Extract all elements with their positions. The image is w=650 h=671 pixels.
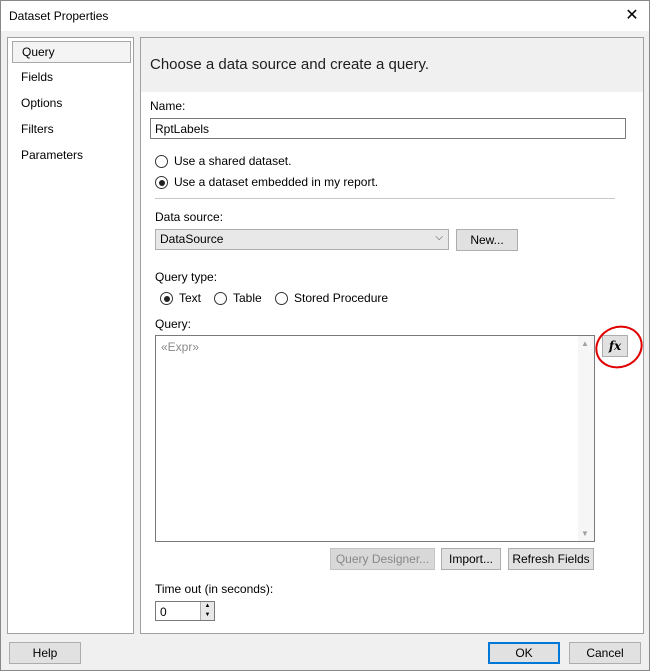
new-data-source-button[interactable]: New... [456,229,518,251]
sidebar-item-options[interactable]: Options [12,93,131,115]
radio-query-type-table-label[interactable]: Table [233,291,262,305]
timeout-value[interactable]: 0 [160,605,167,619]
sidebar-item-filters[interactable]: Filters [12,119,131,141]
name-field[interactable]: RptLabels [150,118,626,139]
radio-shared-dataset-label[interactable]: Use a shared dataset. [174,154,291,168]
radio-query-type-stored-procedure-label[interactable]: Stored Procedure [294,291,388,305]
stepper-down-icon[interactable]: ▼ [200,611,214,620]
data-source-label: Data source: [155,210,224,224]
query-label: Query: [155,317,192,331]
radio-embedded-dataset[interactable] [155,176,168,189]
query-designer-button[interactable]: Query Designer... [330,548,435,570]
data-source-value: DataSource [160,232,224,246]
data-source-select[interactable]: DataSource ⌵ [155,229,449,250]
query-editor[interactable]: «Expr» ▲ ▼ [155,335,595,542]
query-page: Choose a data source and create a query.… [140,37,649,634]
radio-embedded-dataset-label[interactable]: Use a dataset embedded in my report. [174,175,378,189]
ok-button[interactable]: OK [488,642,560,664]
page-header: Choose a data source and create a query. [141,38,643,92]
query-type-label: Query type: [155,270,218,284]
red-annotation-circle [589,319,649,375]
timeout-label: Time out (in seconds): [155,582,274,596]
cancel-button[interactable]: Cancel [569,642,641,664]
scroll-up-icon[interactable]: ▲ [581,339,589,348]
radio-query-type-stored-procedure[interactable] [275,292,288,305]
close-icon[interactable]: ✕ [621,5,643,27]
query-scrollbar[interactable]: ▲ ▼ [578,336,594,541]
query-placeholder: «Expr» [161,340,200,354]
radio-query-type-table[interactable] [214,292,227,305]
radio-query-type-text-label[interactable]: Text [179,291,201,305]
import-button[interactable]: Import... [441,548,501,570]
help-button[interactable]: Help [9,642,81,664]
window-title: Dataset Properties [9,9,109,23]
sidebar-nav: Query Fields Options Filters Parameters [7,37,134,634]
divider [155,198,615,199]
page-title: Choose a data source and create a query. [150,56,430,73]
name-label: Name: [150,99,186,113]
stepper-up-icon[interactable]: ▲ [200,602,214,611]
scroll-down-icon[interactable]: ▼ [581,529,589,538]
sidebar-item-parameters[interactable]: Parameters [12,145,131,167]
dataset-properties-dialog: Dataset Properties ✕ Query Fields Option… [0,0,650,671]
refresh-fields-button[interactable]: Refresh Fields [508,548,594,570]
radio-shared-dataset[interactable] [155,155,168,168]
sidebar-item-fields[interactable]: Fields [12,67,131,89]
chevron-down-icon: ⌵ [435,232,443,243]
title-bar: Dataset Properties ✕ [1,1,649,31]
radio-query-type-text[interactable] [160,292,173,305]
sidebar-item-query[interactable]: Query [12,41,131,63]
timeout-stepper[interactable]: 0 ▲ ▼ [155,601,215,621]
